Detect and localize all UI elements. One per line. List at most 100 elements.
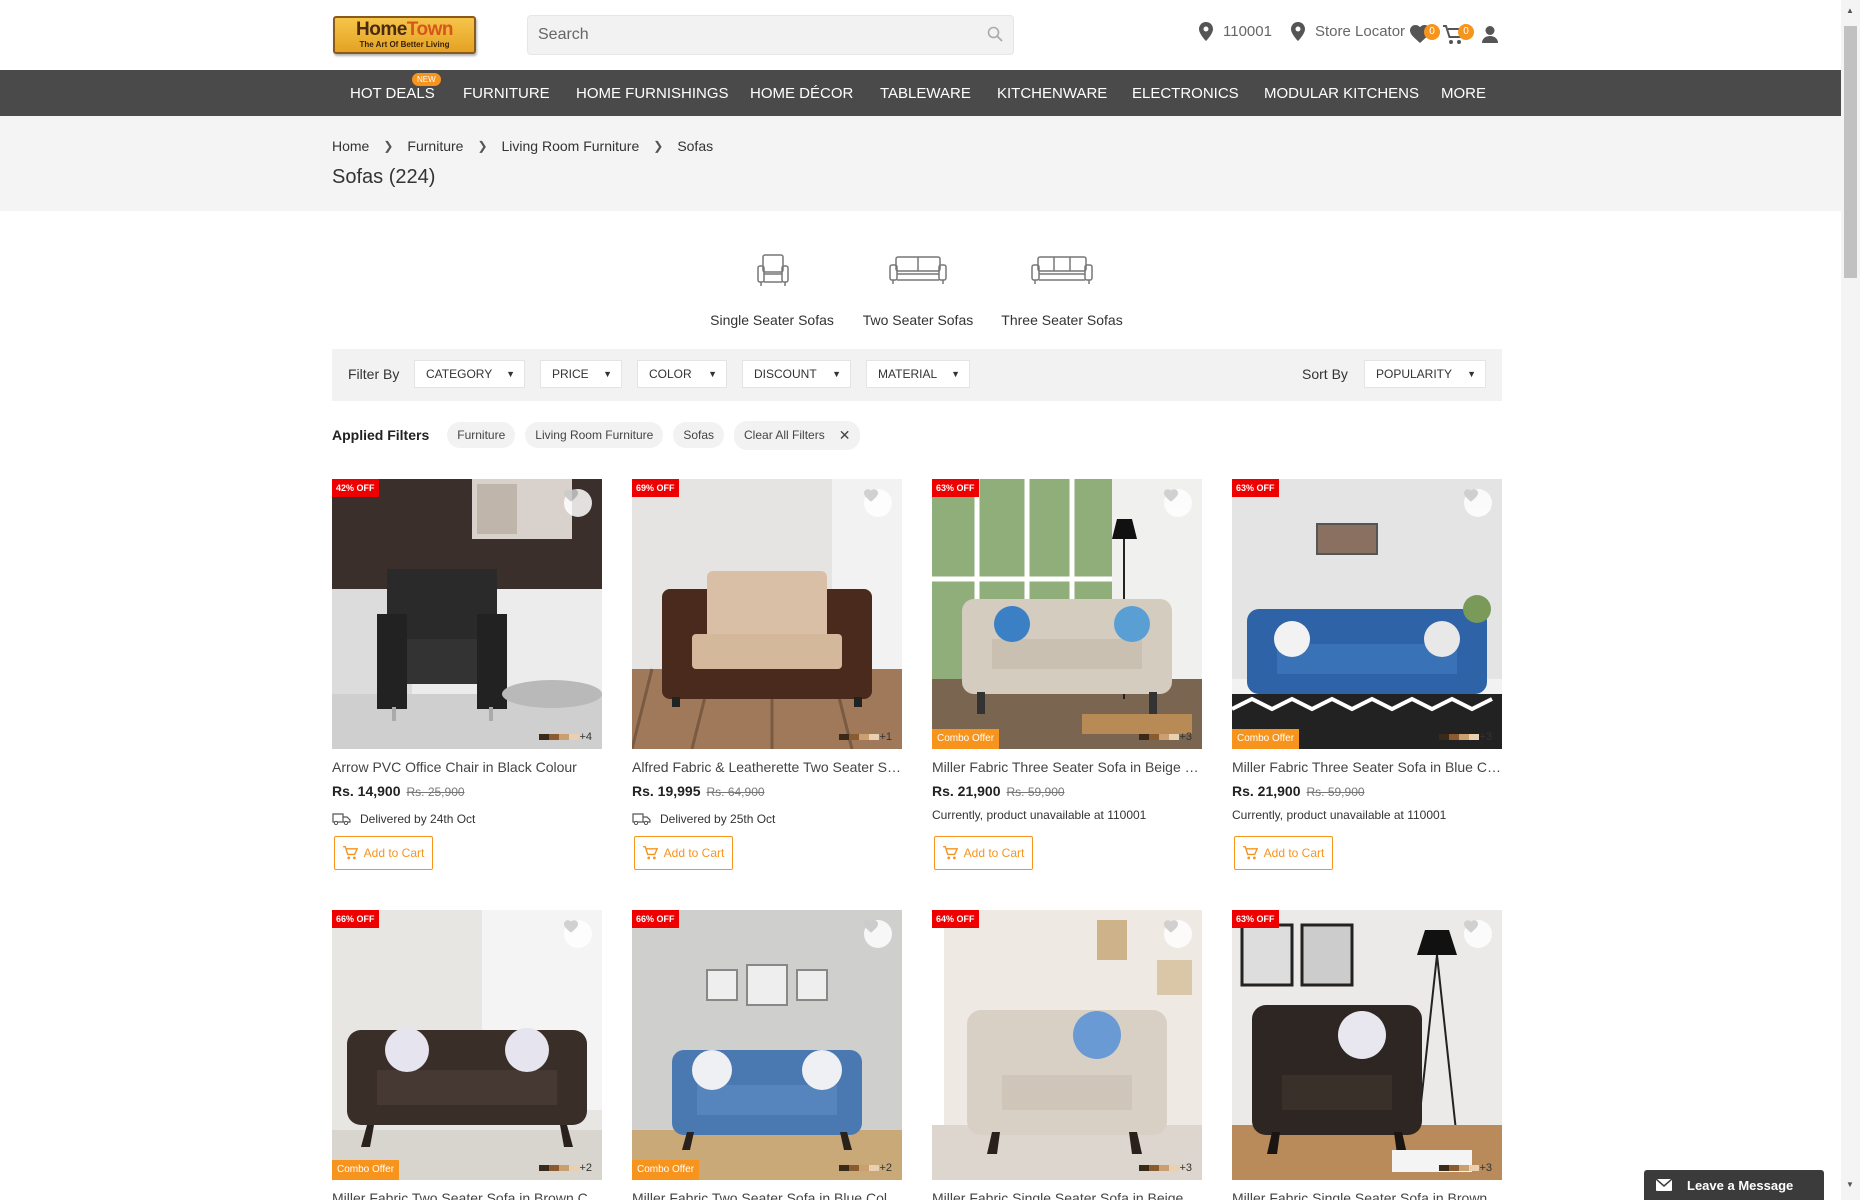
discount-badge: 66% OFF <box>332 910 379 928</box>
discount-badge: 69% OFF <box>632 479 679 497</box>
product-image[interactable]: 66% OFF Combo Offer +2 <box>632 910 902 1180</box>
product-image[interactable]: 63% OFF Combo Offer +3 <box>932 479 1202 749</box>
breadcrumb-sofas: Sofas <box>677 138 714 154</box>
product-name[interactable]: Miller Fabric Single Seater Sofa in Beig… <box>932 1190 1202 1200</box>
add-to-cart-button[interactable]: Add to Cart <box>934 836 1033 870</box>
page-scrollbar[interactable]: ▲ ▼ <box>1841 0 1860 1200</box>
clear-all-filters-button[interactable]: Clear All Filters ✕ <box>734 420 861 450</box>
product-name[interactable]: Miller Fabric Two Seater Sofa in Brown C… <box>332 1190 602 1200</box>
nav-more[interactable]: MORE <box>1441 85 1486 102</box>
product-name[interactable]: Miller Fabric Two Seater Sofa in Blue Co… <box>632 1190 902 1200</box>
filter-discount-dropdown[interactable]: DISCOUNT ▼ <box>742 360 851 388</box>
product-image[interactable]: 69% OFF +1 <box>632 479 902 749</box>
cart-button[interactable]: 0 <box>1443 24 1474 50</box>
single-sofa-icon <box>757 254 789 286</box>
search-icon[interactable] <box>987 26 1003 42</box>
color-swatches[interactable]: +1 <box>839 731 892 743</box>
product-card[interactable]: 63% OFF +3 Miller Fabric Single Seater S… <box>1232 910 1502 1200</box>
search-input[interactable] <box>538 16 958 54</box>
color-swatches[interactable]: +3 <box>1139 1162 1192 1174</box>
filter-chip[interactable]: Sofas <box>673 422 725 448</box>
applied-filters: Applied Filters Furniture Living Room Fu… <box>332 420 870 450</box>
discount-badge: 63% OFF <box>1232 910 1279 928</box>
leave-message-chat-button[interactable]: Leave a Message <box>1644 1170 1824 1200</box>
filter-chip[interactable]: Living Room Furniture <box>525 422 664 448</box>
product-card[interactable]: 63% OFF Combo Offer +3 Miller Fabric Thr… <box>1232 479 1502 870</box>
chevron-right-icon: ❯ <box>477 139 488 153</box>
store-locator-link[interactable]: Store Locator <box>1291 22 1405 41</box>
color-swatches[interactable]: +3 <box>1439 731 1492 743</box>
product-name[interactable]: Arrow PVC Office Chair in Black Colour <box>332 759 602 775</box>
wishlist-heart-button[interactable] <box>1464 920 1492 948</box>
two-seater-sofa-icon <box>889 256 947 284</box>
nav-tableware[interactable]: TABLEWARE <box>880 85 971 102</box>
scroll-up-arrow-icon[interactable]: ▲ <box>1846 6 1854 15</box>
product-image[interactable]: 63% OFF Combo Offer +3 <box>1232 479 1502 749</box>
nav-furniture[interactable]: FURNITURE <box>463 85 550 102</box>
product-name[interactable]: Alfred Fabric & Leatherette Two Seater S… <box>632 759 902 775</box>
filter-bar: Filter By CATEGORY ▼ PRICE ▼ COLOR ▼ DISCOU… <box>332 349 1502 401</box>
truck-icon <box>632 813 651 825</box>
nav-modular-kitchens[interactable]: MODULAR KITCHENS <box>1264 85 1419 102</box>
filter-material-dropdown[interactable]: MATERIAL ▼ <box>866 360 970 388</box>
nav-hot-deals[interactable]: HOT DEALS <box>350 85 435 102</box>
breadcrumb-home[interactable]: Home <box>332 138 369 154</box>
wishlist-heart-button[interactable] <box>564 920 592 948</box>
filter-category-dropdown[interactable]: CATEGORY ▼ <box>414 360 525 388</box>
product-card[interactable]: 64% OFF +3 Miller Fabric Single Seater S… <box>932 910 1202 1200</box>
scrollbar-thumb[interactable] <box>1844 26 1857 278</box>
breadcrumb-living-room[interactable]: Living Room Furniture <box>502 138 640 154</box>
more-colors-count: +2 <box>579 1162 592 1174</box>
product-card[interactable]: 66% OFF Combo Offer +2 Miller Fabric Two… <box>332 910 602 1200</box>
color-swatches[interactable]: +3 <box>1139 731 1192 743</box>
wishlist-heart-button[interactable] <box>1464 489 1492 517</box>
color-swatches[interactable]: +2 <box>539 1162 592 1174</box>
heart-icon <box>1464 489 1478 502</box>
filter-price-dropdown[interactable]: PRICE ▼ <box>540 360 622 388</box>
breadcrumb-furniture[interactable]: Furniture <box>407 138 463 154</box>
product-card[interactable]: 66% OFF Combo Offer +2 Miller Fabric Two… <box>632 910 902 1200</box>
user-icon <box>1482 26 1498 43</box>
cart-icon <box>642 846 658 860</box>
combo-offer-badge: Combo Offer <box>1232 729 1300 749</box>
main-navigation: NEW HOT DEALS FURNITURE HOME FURNISHINGS… <box>0 70 1841 116</box>
product-card[interactable]: 69% OFF +1 Alfred Fabric & Leatherette T… <box>632 479 902 870</box>
product-image[interactable]: 66% OFF Combo Offer +2 <box>332 910 602 1180</box>
product-image[interactable]: 42% OFF +4 <box>332 479 602 749</box>
delivery-info: Delivered by 25th Oct <box>632 812 775 826</box>
wishlist-heart-button[interactable] <box>564 489 592 517</box>
nav-electronics[interactable]: ELECTRONICS <box>1132 85 1239 102</box>
product-name[interactable]: Miller Fabric Three Seater Sofa in Blue … <box>1232 759 1502 775</box>
color-swatches[interactable]: +4 <box>539 731 592 743</box>
product-name[interactable]: Miller Fabric Single Seater Sofa in Brow… <box>1232 1190 1502 1200</box>
wishlist-heart-button[interactable] <box>864 920 892 948</box>
more-colors-count: +3 <box>1179 1162 1192 1174</box>
add-to-cart-button[interactable]: Add to Cart <box>634 836 733 870</box>
pincode-selector[interactable]: 110001 <box>1199 22 1272 41</box>
wishlist-button[interactable]: 0 <box>1410 24 1440 48</box>
hometown-logo[interactable]: HomeTown The Art Of Better Living <box>333 16 476 54</box>
product-card[interactable]: 42% OFF +4 Arrow PVC Office Chair in Bla… <box>332 479 602 870</box>
product-card[interactable]: 63% OFF Combo Offer +3 Miller Fabric Thr… <box>932 479 1202 870</box>
account-button[interactable] <box>1482 26 1498 48</box>
add-to-cart-button[interactable]: Add to Cart <box>1234 836 1333 870</box>
nav-home-decor[interactable]: HOME DÉCOR <box>750 85 853 102</box>
color-swatches[interactable]: +2 <box>839 1162 892 1174</box>
add-to-cart-button[interactable]: Add to Cart <box>334 836 433 870</box>
sort-dropdown[interactable]: POPULARITY ▼ <box>1364 360 1486 388</box>
wishlist-heart-button[interactable] <box>864 489 892 517</box>
more-colors-count: +4 <box>579 731 592 743</box>
three-seater-sofa-icon <box>1031 256 1093 284</box>
nav-home-furnishings[interactable]: HOME FURNISHINGS <box>576 85 729 102</box>
filter-color-dropdown[interactable]: COLOR ▼ <box>637 360 727 388</box>
product-image[interactable]: 64% OFF +3 <box>932 910 1202 1180</box>
color-swatches[interactable]: +3 <box>1439 1162 1492 1174</box>
breadcrumb: Home ❯ Furniture ❯ Living Room Furniture… <box>332 138 713 154</box>
wishlist-heart-button[interactable] <box>1164 489 1192 517</box>
nav-kitchenware[interactable]: KITCHENWARE <box>997 85 1107 102</box>
product-name[interactable]: Miller Fabric Three Seater Sofa in Beige… <box>932 759 1202 775</box>
scroll-down-arrow-icon[interactable]: ▼ <box>1846 1180 1854 1189</box>
product-image[interactable]: 63% OFF +3 <box>1232 910 1502 1180</box>
wishlist-heart-button[interactable] <box>1164 920 1192 948</box>
filter-chip[interactable]: Furniture <box>447 422 516 448</box>
